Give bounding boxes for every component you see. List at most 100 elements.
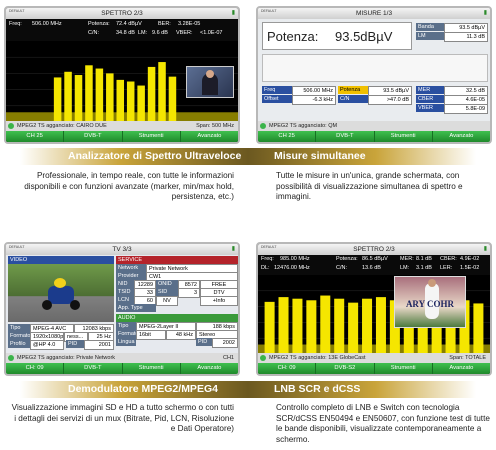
- freq-label: Freq:: [261, 256, 274, 262]
- power-big-box: Potenza: 93.5dBµV: [262, 22, 412, 50]
- softkey-tools[interactable]: Strumenti: [122, 131, 181, 142]
- battery-icon: ▮: [231, 10, 235, 16]
- spectrum-channel-bar: [292, 298, 303, 354]
- cn-value: 13.6 dB: [362, 265, 381, 271]
- mini-graph: [262, 54, 488, 82]
- status-bar: MPEG2 TS agganciato: QM: [258, 121, 490, 131]
- softkey-advanced[interactable]: Avanzato: [432, 363, 490, 374]
- spectrum-channel-bar: [116, 79, 125, 122]
- audio-section-label: AUDIO: [116, 314, 238, 322]
- span-readout: Span: TOTALE: [449, 355, 486, 361]
- cn-value: >47.0 dB: [368, 95, 412, 105]
- softkey-bar: CH: 09 DVB-S2 Strumenti Avanzato: [258, 363, 490, 374]
- freq-value: 506.00 MHz: [32, 21, 62, 27]
- screen-title: TV 3/3: [112, 246, 132, 253]
- spectrum-channel-bar: [473, 303, 484, 354]
- ber-label: BER:: [158, 21, 171, 27]
- apptype-label: App. Type: [116, 304, 156, 312]
- softkey-channel[interactable]: CH: 09: [6, 363, 65, 374]
- screen-title-bar: DEFAULT SPETTRO 2/3 ▮: [258, 244, 490, 255]
- info-button[interactable]: +Info: [200, 296, 238, 306]
- tsid-label: TSID: [116, 288, 134, 296]
- status-text: MPEG2 TS agganciato: Private Network: [17, 355, 116, 361]
- audio-pid-label: PID: [196, 338, 212, 346]
- video-preview: [8, 264, 114, 322]
- cn-label: C/N: [338, 95, 368, 103]
- softkey-advanced[interactable]: Avanzato: [432, 131, 490, 142]
- softkey-tools[interactable]: Strumenti: [374, 131, 433, 142]
- video-type-label: Tipo: [8, 324, 30, 332]
- audio-hz-value: 48 kHz: [166, 330, 196, 340]
- softkey-standard[interactable]: DVB-T: [316, 131, 375, 142]
- vber-value: 5.8E-09: [444, 104, 488, 114]
- power-big-label: Potenza:: [267, 29, 319, 44]
- lm-label: LM:: [400, 265, 410, 271]
- power-big-value: 93.5dBµV: [335, 29, 393, 44]
- softkey-channel[interactable]: CH: 09: [258, 363, 317, 374]
- softkey-standard[interactable]: DVB-T: [64, 363, 123, 374]
- potenza-label: Potenza: [338, 86, 368, 94]
- spectrum-channel-bar: [168, 76, 177, 122]
- softkey-bar: CH 25 DVB-T Strumenti Avanzato: [258, 131, 490, 142]
- softkey-tools[interactable]: Strumenti: [374, 363, 433, 374]
- softkey-advanced[interactable]: Avanzato: [180, 363, 238, 374]
- sid-label: SID: [156, 288, 178, 296]
- spectrum-channel-bar: [147, 66, 156, 122]
- audio-pid-value: 2002: [212, 338, 238, 348]
- spectrum-channel-bar: [64, 71, 72, 122]
- screen-title-bar: DEFAULT SPETTRO 2/3 ▮: [6, 8, 238, 19]
- onid-label: ONID: [156, 280, 178, 288]
- offset-label: Offset: [262, 95, 292, 103]
- spectrum-screen-1: DEFAULT SPETTRO 2/3 ▮ Freq: 506.00 MHz P…: [4, 6, 240, 144]
- spectrum-channel-bar: [126, 81, 135, 122]
- spectrum-channel-bar: [320, 295, 331, 354]
- video-format-label: Formato: [8, 332, 30, 340]
- tv-screen: DEFAULT TV 3/3 ▮ VIDEO SERVICE Network P…: [4, 242, 240, 376]
- freq-label: Freq: [262, 86, 292, 94]
- lm-value: 3.1 dB: [416, 265, 432, 271]
- lcn-label: LCN: [116, 296, 134, 304]
- spectrum-channel-bar: [264, 301, 275, 354]
- spectrum-channel-bar: [306, 300, 317, 354]
- vber-label: VBER: [416, 104, 444, 112]
- lm-value: 9.6 dB: [152, 30, 168, 36]
- spectrum-channel-bar: [375, 297, 386, 354]
- softkey-bar: CH: 09 DVB-T Strumenti Avanzato: [6, 363, 238, 374]
- spectrum-channel-bar: [95, 68, 104, 122]
- service-section-label: SERVICE: [116, 256, 238, 264]
- vber-value: <1.0E-07: [200, 30, 223, 36]
- cber-value: 4.9E-02: [460, 256, 480, 262]
- softkey-channel[interactable]: CH 25: [6, 131, 65, 142]
- spectrum-channel-bar: [158, 62, 166, 122]
- freq-value: 985.00 MHz: [280, 256, 310, 262]
- description-spectrum: Professionale, in tempo reale, con tutte…: [24, 171, 234, 201]
- spectrum-channel-bar: [137, 85, 145, 122]
- cn-label: C/N:: [88, 30, 99, 36]
- measure-header: Freq: 506.00 MHz Potenza: 72.4 dBµV BER:…: [6, 19, 238, 41]
- softkey-standard[interactable]: DVB-T: [64, 131, 123, 142]
- banda-label: Banda: [416, 23, 444, 31]
- video-profile-label: Profilo: [8, 340, 30, 348]
- screen-title-bar: DEFAULT MISURE 1/3 ▮: [258, 8, 490, 19]
- audio-type-label: Tipo: [116, 322, 136, 330]
- freq-label: Freq:: [9, 21, 22, 27]
- screen-title-bar: DEFAULT TV 3/3 ▮: [6, 244, 238, 255]
- spectrum-channel-bar: [278, 297, 289, 354]
- softkey-tools[interactable]: Strumenti: [122, 363, 181, 374]
- mer-value: 8.1 dB: [416, 256, 432, 262]
- softkey-standard[interactable]: DVB-S2: [316, 363, 375, 374]
- ler-label: LER:: [440, 265, 453, 271]
- spectrum-screen-2: DEFAULT SPETTRO 2/3 ▮ Freq: 985.00 MHz P…: [256, 242, 492, 376]
- softkey-advanced[interactable]: Avanzato: [180, 131, 238, 142]
- screen-title: MISURE 1/3: [355, 10, 393, 17]
- description-measures: Tutte le misure in un'unica, grande sche…: [276, 171, 463, 201]
- audio-language-label: Lingua: [116, 338, 136, 346]
- status-text: MPEG2 TS agganciato: 13E GlobeCast: [269, 355, 366, 361]
- audio-format-value: 16bit: [136, 330, 166, 340]
- vber-label: VBER:: [176, 30, 193, 36]
- caption-lnb: LNB SCR e dCSS: [274, 383, 361, 395]
- softkey-channel[interactable]: CH 25: [258, 131, 317, 142]
- spectrum-channel-bar: [74, 75, 83, 122]
- offset-value: -6.3 kHz: [292, 95, 336, 105]
- cber-label: CBER: [416, 95, 444, 103]
